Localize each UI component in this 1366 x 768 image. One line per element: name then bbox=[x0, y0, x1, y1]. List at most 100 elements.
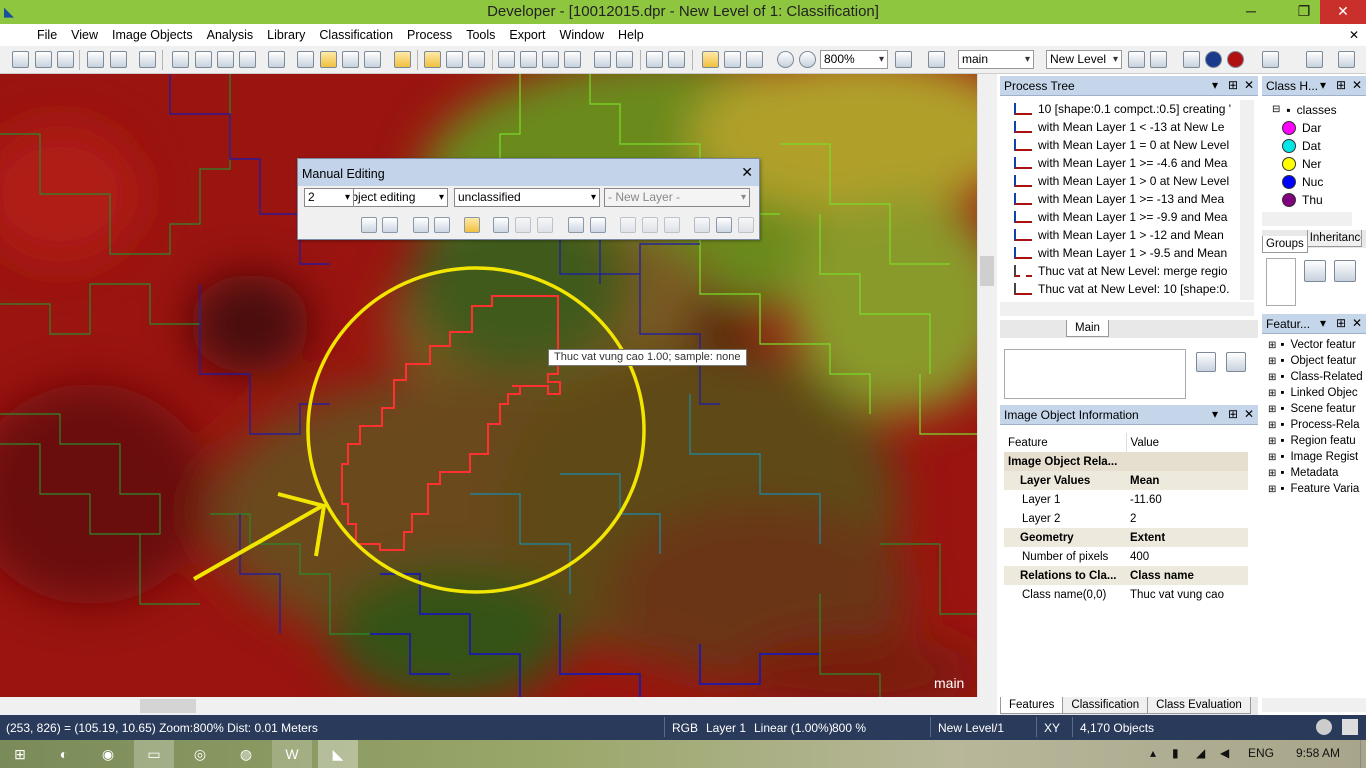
close-panel-icon[interactable]: ✕ bbox=[1352, 78, 1362, 92]
new-project-icon[interactable] bbox=[12, 51, 29, 68]
clear-selection-icon[interactable] bbox=[694, 217, 710, 233]
move-up-icon[interactable] bbox=[1304, 260, 1326, 282]
view-vertical-scrollbar[interactable] bbox=[977, 74, 997, 697]
level-combo[interactable]: New Level bbox=[1046, 50, 1122, 69]
zoom-to-window-icon[interactable] bbox=[895, 51, 912, 68]
group-row[interactable]: Layer Values Mean bbox=[1004, 471, 1248, 490]
start-icon[interactable]: ⊞ bbox=[0, 740, 40, 768]
filter-classes-icon[interactable] bbox=[568, 217, 584, 233]
close-button[interactable]: ✕ bbox=[1320, 0, 1366, 24]
pin-icon[interactable]: ▾ bbox=[1212, 407, 1218, 421]
tab-main[interactable]: Main bbox=[1066, 320, 1109, 337]
cross-icon[interactable] bbox=[928, 51, 945, 68]
zoom-out-icon[interactable] bbox=[777, 51, 794, 68]
polygon-select-icon[interactable] bbox=[382, 217, 398, 233]
side-by-side-icon[interactable] bbox=[564, 51, 581, 68]
expand-icon[interactable]: ⊞ bbox=[1268, 452, 1276, 463]
menu-classification[interactable]: Classification bbox=[312, 24, 400, 46]
brush-size-combo[interactable]: 2 bbox=[304, 188, 354, 207]
feature-view-icon[interactable] bbox=[195, 51, 212, 68]
pin-icon[interactable]: ▾ bbox=[1320, 78, 1326, 92]
delete-classification-icon[interactable] bbox=[646, 51, 663, 68]
move-down-icon[interactable] bbox=[1334, 260, 1356, 282]
group-row[interactable]: Relations to Cla... Class name bbox=[1004, 566, 1248, 585]
undo-icon[interactable] bbox=[1262, 51, 1279, 68]
zoom-combo[interactable]: 800% bbox=[820, 50, 888, 69]
process-item[interactable]: Thuc vat at New Level: 10 [shape:0. bbox=[1000, 280, 1258, 298]
expand-icon[interactable]: ⊞ bbox=[1268, 356, 1276, 367]
volume-icon[interactable]: ◀ bbox=[1220, 746, 1229, 760]
tab-classification[interactable]: Classification bbox=[1062, 697, 1149, 714]
feature-group[interactable]: ⊞ ▪ Region featu bbox=[1262, 433, 1366, 449]
select-object-icon[interactable] bbox=[361, 217, 377, 233]
feature-group[interactable]: ⊞ ▪ Object featur bbox=[1262, 353, 1366, 369]
process-tree-icon[interactable] bbox=[239, 51, 256, 68]
process-item[interactable]: with Mean Layer 1 >= -9.9 and Mea bbox=[1000, 208, 1258, 226]
horizontal-scroll-thumb[interactable] bbox=[140, 699, 196, 713]
forward-icon[interactable] bbox=[664, 217, 680, 233]
clock[interactable]: 9:58 AM bbox=[1296, 746, 1340, 760]
view-polygons-icon[interactable] bbox=[364, 51, 381, 68]
split-view-icon[interactable] bbox=[520, 51, 537, 68]
expand-icon[interactable]: ⊞ bbox=[1268, 420, 1276, 431]
pixel-view-icon[interactable] bbox=[394, 51, 411, 68]
view-samples-icon[interactable] bbox=[342, 51, 359, 68]
feature-tree-hscrollbar[interactable] bbox=[1262, 698, 1366, 712]
split-horizontal-icon[interactable] bbox=[542, 51, 559, 68]
process-item[interactable]: with Mean Layer 1 >= -13 and Mea bbox=[1000, 190, 1258, 208]
expand-icon[interactable]: ⊞ bbox=[1268, 468, 1276, 479]
samples-icon[interactable] bbox=[668, 51, 685, 68]
process-tree-scrollbar[interactable] bbox=[1240, 100, 1254, 300]
expand-icon[interactable]: ⊞ bbox=[1268, 404, 1276, 415]
close-panel-icon[interactable]: ✕ bbox=[1352, 316, 1362, 330]
feature-group[interactable]: ⊞ ▪ Vector featur bbox=[1262, 337, 1366, 353]
close-panel-icon[interactable]: ✕ bbox=[1244, 407, 1254, 421]
menu-window[interactable]: Window bbox=[553, 24, 611, 46]
tab-inheritance[interactable]: Inheritance bbox=[1306, 230, 1362, 247]
battery-icon[interactable]: ▮ bbox=[1172, 746, 1179, 760]
class-item[interactable]: Dat bbox=[1262, 137, 1366, 155]
annotate-icon[interactable] bbox=[590, 217, 606, 233]
menu-export[interactable]: Export bbox=[502, 24, 552, 46]
process-item[interactable]: with Mean Layer 1 >= -4.6 and Mea bbox=[1000, 154, 1258, 172]
save-edits-icon[interactable] bbox=[738, 217, 754, 233]
new-workspace-icon[interactable] bbox=[87, 51, 104, 68]
manual-editing-icon[interactable] bbox=[268, 51, 285, 68]
dock-icon[interactable]: ⊞ bbox=[1228, 407, 1238, 421]
dock-icon[interactable]: ⊞ bbox=[1336, 316, 1346, 330]
green-app-icon[interactable]: ◍ bbox=[226, 740, 266, 768]
minimize-button[interactable]: ─ bbox=[1228, 0, 1274, 24]
class-root[interactable]: ⊟ ▪ classes bbox=[1262, 101, 1366, 119]
show-outlines-icon[interactable] bbox=[424, 51, 441, 68]
view-classification-icon[interactable] bbox=[320, 51, 337, 68]
save-project-icon[interactable] bbox=[57, 51, 74, 68]
object-table-icon[interactable] bbox=[217, 51, 234, 68]
process-item[interactable]: Thuc vat at New Level: merge regio bbox=[1000, 262, 1258, 280]
feature-group[interactable]: ⊞ ▪ Linked Objec bbox=[1262, 385, 1366, 401]
class-item[interactable]: Thu bbox=[1262, 191, 1366, 209]
table-row[interactable]: Number of pixels 400 bbox=[1004, 547, 1248, 566]
process-item[interactable]: 10 [shape:0.1 compct.:0.5] creating ' bbox=[1000, 100, 1258, 118]
vertical-scroll-thumb[interactable] bbox=[980, 256, 994, 286]
save-workspace-icon[interactable] bbox=[139, 51, 156, 68]
expand-icon[interactable]: ⊞ bbox=[1268, 436, 1276, 447]
pin-icon[interactable]: ▾ bbox=[1320, 316, 1326, 330]
select-samples-icon[interactable] bbox=[616, 51, 633, 68]
class-item[interactable]: Nuc bbox=[1262, 173, 1366, 191]
developer-app-icon[interactable]: ◣ bbox=[318, 740, 358, 768]
expand-icon[interactable]: ⊞ bbox=[1268, 388, 1276, 399]
dock-icon[interactable]: ⊞ bbox=[1336, 78, 1346, 92]
table-icon[interactable] bbox=[716, 217, 732, 233]
menu-process[interactable]: Process bbox=[400, 24, 459, 46]
feature-group[interactable]: ⊞ ▪ Class-Related bbox=[1262, 369, 1366, 385]
menu-tools[interactable]: Tools bbox=[459, 24, 502, 46]
process-tree-hscrollbar[interactable] bbox=[1000, 302, 1254, 316]
language-indicator[interactable]: ENG bbox=[1248, 746, 1274, 760]
network-icon[interactable]: ◢ bbox=[1196, 746, 1205, 760]
process-item[interactable]: with Mean Layer 1 > -12 and Mean bbox=[1000, 226, 1258, 244]
generate-object-icon[interactable] bbox=[620, 217, 636, 233]
redo-icon[interactable] bbox=[1306, 51, 1323, 68]
process-item[interactable]: with Mean Layer 1 > -9.5 and Mean bbox=[1000, 244, 1258, 262]
info-icon[interactable] bbox=[1205, 51, 1222, 68]
options-icon[interactable] bbox=[1338, 51, 1355, 68]
